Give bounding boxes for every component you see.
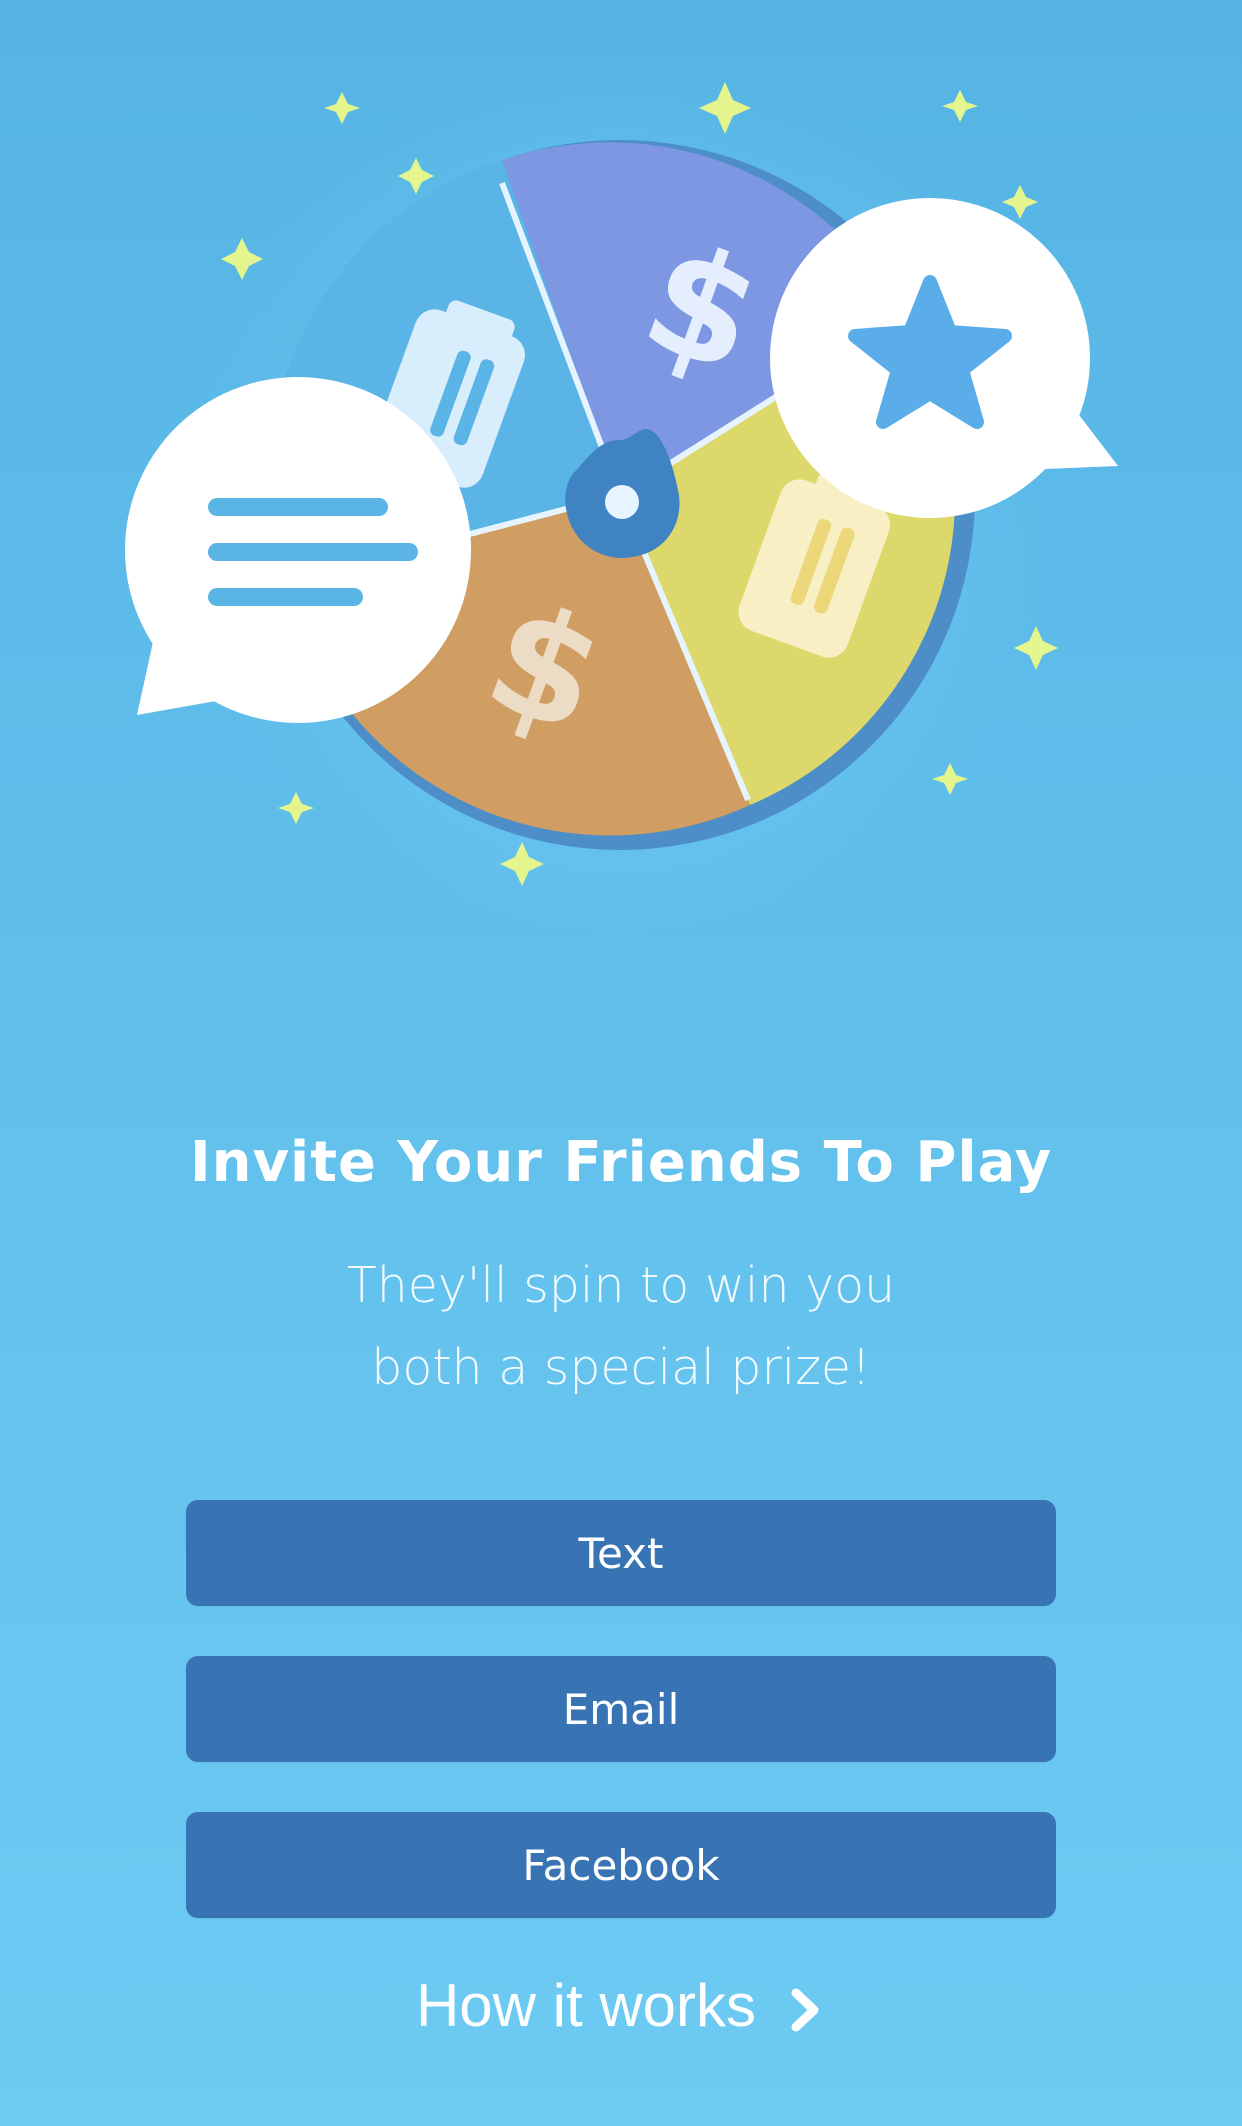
prize-wheel-illustration: $ $ (125, 55, 1118, 935)
invite-text-button[interactable]: Text (186, 1500, 1056, 1606)
page-title: Invite Your Friends To Play (189, 1130, 1053, 1195)
subtitle: They'll spin to win you both a special p… (271, 1245, 971, 1409)
message-bubble-icon (125, 377, 471, 723)
star-bubble-icon (770, 198, 1118, 518)
how-it-works-link[interactable]: How it works (0, 1965, 1242, 2045)
invite-facebook-button[interactable]: Facebook (186, 1812, 1056, 1918)
invite-email-button[interactable]: Email (186, 1656, 1056, 1762)
subtitle-line-1: They'll spin to win you (346, 1257, 896, 1314)
how-it-works-label: How it works (415, 1971, 757, 2039)
hero-illustration: $ $ (0, 0, 1242, 940)
subtitle-line-2: both a special prize! (371, 1339, 871, 1396)
chevron-right-icon (786, 1980, 826, 2032)
